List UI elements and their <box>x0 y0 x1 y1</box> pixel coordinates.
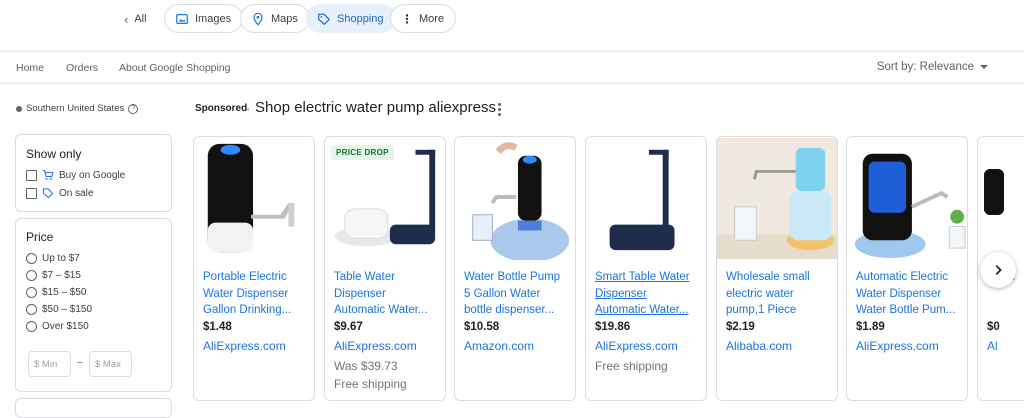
tab-images[interactable]: Images <box>164 4 244 33</box>
product-price: $19.86 <box>595 321 631 333</box>
product-image <box>194 138 314 259</box>
nav-orders[interactable]: Orders <box>66 62 98 74</box>
filter-buy-on-google[interactable]: Buy on Google <box>26 169 125 181</box>
product-store[interactable]: AliExpress.com <box>203 339 286 353</box>
price-option[interactable]: $50 – $150 <box>26 304 92 315</box>
shipping-info: Free shipping <box>595 359 668 373</box>
price-panel: Price Up to $7 $7 – $15 $15 – $50 $50 – … <box>15 218 172 392</box>
price-max-input[interactable]: $ Max <box>89 351 132 377</box>
product-store[interactable]: AliExpress.com <box>334 339 417 353</box>
price-title: Price <box>26 230 54 244</box>
product-price: $9.67 <box>334 321 363 333</box>
product-title[interactable]: Table Water Dispenser Automatic Water... <box>334 269 438 319</box>
tab-shopping[interactable]: Shopping <box>306 4 396 33</box>
price-option[interactable]: Over $150 <box>26 321 89 332</box>
next-filter-panel <box>15 398 172 418</box>
show-only-title: Show only <box>26 147 82 161</box>
product-card[interactable]: Automatic Electric Water Dispenser Water… <box>846 136 968 401</box>
product-store[interactable]: AliExpress.com <box>595 339 678 353</box>
checkbox[interactable] <box>26 187 37 199</box>
product-store[interactable]: AliExpress.com <box>856 339 939 353</box>
chevron-right-icon <box>995 265 1002 275</box>
image-icon <box>176 13 188 24</box>
product-image <box>978 137 1024 260</box>
radio[interactable] <box>26 304 37 315</box>
product-store[interactable]: Amazon.com <box>464 339 534 353</box>
location-indicator: Southern United States ? <box>16 103 139 114</box>
product-image <box>717 138 837 259</box>
chevron-left-icon: ‹ <box>124 11 129 27</box>
more-vert-icon[interactable] <box>498 103 501 116</box>
sponsored-title: Shop electric water pump aliexpress <box>255 99 496 116</box>
shopping-subnav: Home Orders About Google Shopping Sort b… <box>0 52 1024 84</box>
product-image <box>847 138 967 259</box>
tab-maps[interactable]: Maps <box>240 4 310 33</box>
caret-down-icon <box>980 65 988 69</box>
tag-icon <box>42 188 54 199</box>
help-icon[interactable]: ? <box>128 103 139 114</box>
search-tabs-bar: ‹ All Images Maps Shopping ⋮ More <box>0 0 1024 52</box>
product-price: $0 <box>987 321 1000 333</box>
shipping-info: Free shipping <box>334 377 407 391</box>
product-title[interactable]: Water Bottle Pump 5 Gallon Water bottle … <box>464 269 568 319</box>
product-title[interactable]: Smart Table Water Dispenser Automatic Wa… <box>595 269 699 319</box>
price-option[interactable]: Up to $7 <box>26 253 80 264</box>
product-card[interactable]: PRICE DROP Table Water Dispenser Automat… <box>324 136 446 401</box>
product-card[interactable]: Wholesale small electric water pump,1 Pi… <box>716 136 838 401</box>
product-title[interactable]: Portable Electric Water Dispenser Gallon… <box>203 269 307 319</box>
product-card[interactable]: Smart Table Water Dispenser Automatic Wa… <box>585 136 707 401</box>
product-card[interactable]: Water Bottle Pump 5 Gallon Water bottle … <box>454 136 576 401</box>
tab-more[interactable]: ⋮ More <box>390 4 457 33</box>
product-store[interactable]: Al <box>987 339 998 353</box>
was-price: Was $39.73 <box>334 359 398 373</box>
product-image <box>586 138 706 259</box>
price-min-input[interactable]: $ Min <box>28 351 71 377</box>
radio[interactable] <box>26 270 37 281</box>
more-vert-icon: ⋮ <box>401 11 413 26</box>
product-title[interactable]: Automatic Electric Water Dispenser Water… <box>856 269 960 319</box>
price-option[interactable]: $15 – $50 <box>26 287 87 298</box>
carousel-next-button[interactable] <box>980 252 1016 288</box>
radio[interactable] <box>26 321 37 332</box>
filter-on-sale[interactable]: On sale <box>26 187 93 199</box>
product-price: $2.19 <box>726 321 755 333</box>
product-price: $1.48 <box>203 321 232 333</box>
cart-icon <box>42 169 54 180</box>
sort-dropdown[interactable]: Sort by: Relevance <box>877 61 988 73</box>
price-range-inputs: $ Min – $ Max <box>28 351 158 377</box>
sponsored-label: Sponsored <box>195 103 248 114</box>
radio[interactable] <box>26 287 37 298</box>
location-dot-icon <box>16 105 22 112</box>
tag-icon <box>318 13 330 25</box>
nav-home[interactable]: Home <box>16 62 44 74</box>
product-price: $10.58 <box>464 321 500 333</box>
radio[interactable] <box>26 253 37 264</box>
product-price: $1.89 <box>856 321 885 333</box>
checkbox[interactable] <box>26 169 37 181</box>
product-store[interactable]: Alibaba.com <box>726 339 792 353</box>
product-image <box>455 138 575 260</box>
nav-about[interactable]: About Google Shopping <box>119 62 231 74</box>
range-separator: – <box>77 357 83 368</box>
price-option[interactable]: $7 – $15 <box>26 270 81 281</box>
product-card[interactable]: Portable Electric Water Dispenser Gallon… <box>193 136 315 401</box>
show-only-panel: Show only Buy on Google On sale <box>15 134 172 212</box>
all-tab[interactable]: ‹ All <box>124 11 147 27</box>
product-title[interactable]: Wholesale small electric water pump,1 Pi… <box>726 269 830 319</box>
map-pin-icon <box>253 12 263 26</box>
separator-dot: · <box>246 101 251 116</box>
price-drop-badge: PRICE DROP <box>331 145 394 160</box>
